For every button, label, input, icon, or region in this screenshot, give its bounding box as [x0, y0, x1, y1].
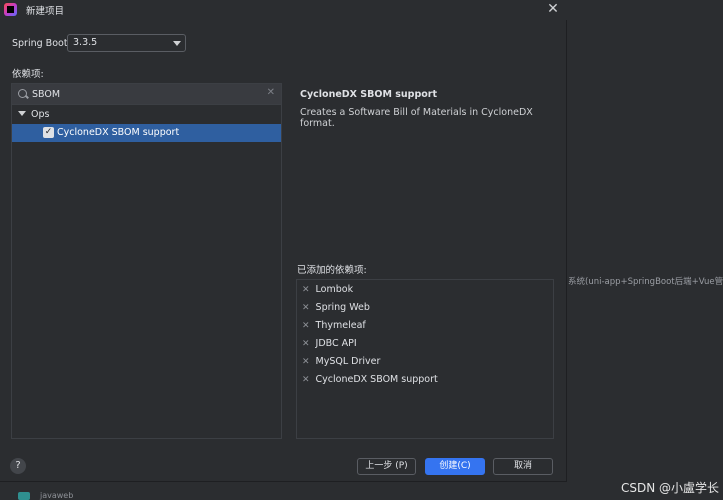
spring-boot-version-select[interactable]: 3.3.5	[67, 34, 186, 52]
list-item: ✕ JDBC API	[302, 338, 357, 349]
new-project-dialog: 新建项目 ✕ Spring Boot: 3.3.5 依赖项: ✕ Ops ✓ C…	[0, 0, 567, 482]
create-button[interactable]: 创建(C)	[425, 458, 485, 475]
list-item: ✕ MySQL Driver	[302, 356, 381, 367]
list-item: ✕ Spring Web	[302, 302, 370, 313]
list-item: ✕ Lombok	[302, 284, 354, 295]
dialog-title: 新建项目	[26, 6, 65, 17]
chevron-down-icon[interactable]	[18, 111, 26, 116]
added-dependencies-list: ✕ Lombok ✕ Spring Web ✕ Thymeleaf ✕ JDBC API…	[296, 279, 554, 439]
cancel-button[interactable]: 取消	[493, 458, 553, 475]
help-button[interactable]: ?	[10, 458, 26, 474]
background-project-label: javaweb	[40, 491, 74, 500]
close-icon[interactable]: ✕	[545, 1, 561, 17]
background-text: 系统(uni-app+SpringBoot后端+Vue管理	[568, 277, 723, 287]
dependency-info-title: CycloneDX SBOM support	[300, 89, 437, 100]
title-bar: 新建项目 ✕	[0, 0, 567, 20]
intellij-icon	[4, 3, 17, 16]
remove-icon[interactable]: ✕	[302, 375, 310, 385]
spring-boot-label: Spring Boot:	[12, 38, 71, 49]
tree-item-cyclonedx[interactable]: ✓ CycloneDX SBOM support	[12, 124, 281, 142]
search-icon	[18, 89, 27, 98]
dependencies-label: 依赖项:	[12, 69, 44, 80]
tree-group-label: Ops	[31, 109, 50, 120]
search-input[interactable]	[32, 87, 262, 102]
project-icon	[18, 492, 30, 500]
remove-icon[interactable]: ✕	[302, 303, 310, 313]
search-bar: ✕	[12, 84, 281, 105]
list-item: ✕ Thymeleaf	[302, 320, 366, 331]
checkbox-checked-icon[interactable]: ✓	[43, 127, 54, 138]
remove-icon[interactable]: ✕	[302, 285, 310, 295]
remove-icon[interactable]: ✕	[302, 357, 310, 367]
dependencies-tree-panel: ✕ Ops ✓ CycloneDX SBOM support	[11, 83, 282, 439]
tree-group-ops[interactable]: Ops	[12, 107, 281, 124]
previous-button[interactable]: 上一步 (P)	[357, 458, 416, 475]
clear-icon[interactable]: ✕	[267, 87, 275, 98]
list-item: ✕ CycloneDX SBOM support	[302, 374, 438, 385]
tree-item-label: CycloneDX SBOM support	[57, 127, 180, 138]
watermark: CSDN @小盧学长	[620, 481, 719, 495]
remove-icon[interactable]: ✕	[302, 339, 310, 349]
dependency-info-description: Creates a Software Bill of Materials in …	[300, 107, 533, 129]
added-dependencies-label: 已添加的依赖项:	[297, 265, 367, 276]
remove-icon[interactable]: ✕	[302, 321, 310, 331]
chevron-down-icon	[173, 41, 181, 46]
spring-boot-version-value: 3.3.5	[73, 37, 98, 48]
